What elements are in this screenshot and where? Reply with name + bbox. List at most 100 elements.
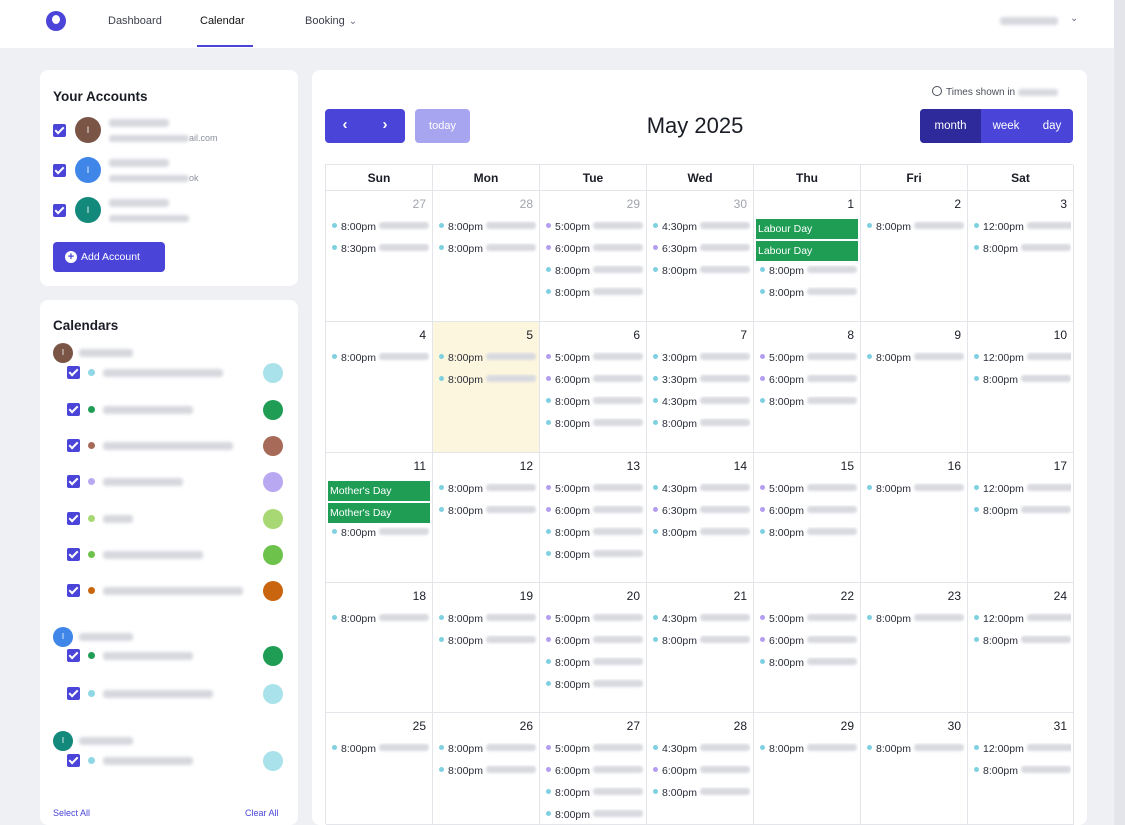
- calendar-row[interactable]: [67, 363, 287, 383]
- calendar-event[interactable]: 8:00pm: [760, 265, 858, 281]
- calendar-event[interactable]: 8:00pm: [439, 765, 537, 781]
- calendar-checkbox[interactable]: [67, 366, 80, 379]
- day-cell[interactable]: 15 5:00pm 6:00pm 8:00pm: [754, 453, 861, 583]
- day-number[interactable]: 13: [627, 459, 640, 473]
- day-number[interactable]: 1: [847, 197, 854, 211]
- day-number[interactable]: 10: [1054, 328, 1067, 342]
- day-cell[interactable]: 24 12:00pm 8:00pm: [968, 583, 1074, 713]
- calendar-event[interactable]: 8:00pm: [760, 657, 858, 673]
- day-number[interactable]: 24: [1054, 589, 1067, 603]
- calendar-checkbox[interactable]: [67, 403, 80, 416]
- day-number[interactable]: 17: [1054, 459, 1067, 473]
- day-cell[interactable]: 30 8:00pm: [861, 713, 968, 825]
- calendar-event[interactable]: 8:00pm: [867, 483, 965, 499]
- account-checkbox[interactable]: [53, 124, 66, 137]
- day-number[interactable]: 14: [734, 459, 747, 473]
- calendar-event[interactable]: 8:00pm: [439, 635, 537, 651]
- calendar-event[interactable]: 8:00pm: [653, 418, 751, 434]
- day-cell[interactable]: 29 5:00pm 6:00pm 8:00pm 8:00pm: [540, 191, 647, 322]
- calendar-event[interactable]: 8:00pm: [546, 265, 644, 281]
- calendar-event[interactable]: 8:00pm: [439, 243, 537, 259]
- calendar-event[interactable]: 8:00pm: [439, 743, 537, 759]
- calendar-event[interactable]: 5:00pm: [546, 352, 644, 368]
- day-cell[interactable]: 6 5:00pm 6:00pm 8:00pm 8:00pm: [540, 322, 647, 453]
- color-picker-swatch[interactable]: [263, 751, 283, 771]
- calendar-event[interactable]: 8:00pm: [653, 527, 751, 543]
- calendar-event[interactable]: 5:00pm: [546, 483, 644, 499]
- calendar-event[interactable]: 6:30pm: [653, 505, 751, 521]
- calendar-event[interactable]: 8:00pm: [653, 265, 751, 281]
- day-cell[interactable]: 8 5:00pm 6:00pm 8:00pm: [754, 322, 861, 453]
- calendar-event[interactable]: 8:30pm: [332, 243, 430, 259]
- day-cell[interactable]: 2 8:00pm: [861, 191, 968, 322]
- color-picker-swatch[interactable]: [263, 472, 283, 492]
- today-button[interactable]: today: [415, 109, 470, 143]
- calendar-event[interactable]: 8:00pm: [653, 635, 751, 651]
- day-cell[interactable]: 9 8:00pm: [861, 322, 968, 453]
- day-number[interactable]: 27: [413, 197, 426, 211]
- calendar-checkbox[interactable]: [67, 475, 80, 488]
- day-number[interactable]: 18: [413, 589, 426, 603]
- day-number[interactable]: 2: [954, 197, 961, 211]
- day-cell[interactable]: 21 4:30pm 8:00pm: [647, 583, 754, 713]
- calendar-event[interactable]: 5:00pm: [760, 613, 858, 629]
- calendar-event[interactable]: 6:00pm: [546, 765, 644, 781]
- day-number[interactable]: 4: [419, 328, 426, 342]
- calendar-event[interactable]: 5:00pm: [546, 221, 644, 237]
- calendar-row[interactable]: [67, 400, 287, 420]
- calendar-event[interactable]: 8:00pm: [974, 765, 1071, 781]
- day-number[interactable]: 5: [526, 328, 533, 342]
- view-week-button[interactable]: week: [981, 109, 1031, 143]
- day-cell[interactable]: 28 8:00pm 8:00pm: [433, 191, 540, 322]
- calendar-event[interactable]: 8:00pm: [439, 613, 537, 629]
- calendar-row[interactable]: [67, 751, 287, 771]
- day-number[interactable]: 21: [734, 589, 747, 603]
- day-cell[interactable]: 19 8:00pm 8:00pm: [433, 583, 540, 713]
- day-number[interactable]: 29: [627, 197, 640, 211]
- day-cell[interactable]: 22 5:00pm 6:00pm 8:00pm: [754, 583, 861, 713]
- day-cell[interactable]: 13 5:00pm 6:00pm 8:00pm 8:00pm: [540, 453, 647, 583]
- calendar-event[interactable]: 8:00pm: [974, 243, 1071, 259]
- calendar-row[interactable]: [67, 646, 287, 666]
- calendar-event[interactable]: 4:30pm: [653, 396, 751, 412]
- calendar-event[interactable]: 8:00pm: [546, 527, 644, 543]
- calendar-event[interactable]: 8:00pm: [760, 527, 858, 543]
- account-checkbox[interactable]: [53, 164, 66, 177]
- calendar-event[interactable]: 6:00pm: [546, 243, 644, 259]
- calendar-event[interactable]: 8:00pm: [867, 221, 965, 237]
- day-number[interactable]: 23: [948, 589, 961, 603]
- calendar-event[interactable]: 8:00pm: [439, 505, 537, 521]
- calendar-row[interactable]: [67, 509, 287, 529]
- chevron-right-icon[interactable]: ›: [365, 116, 405, 133]
- calendar-event[interactable]: 8:00pm: [760, 396, 858, 412]
- allday-event[interactable]: Mother's Day: [328, 503, 430, 523]
- day-cell[interactable]: 31 12:00pm 8:00pm: [968, 713, 1074, 825]
- calendar-event[interactable]: 8:00pm: [546, 549, 644, 565]
- day-number[interactable]: 31: [1054, 719, 1067, 733]
- calendar-event[interactable]: 8:00pm: [332, 352, 430, 368]
- day-cell[interactable]: 7 3:00pm 3:30pm 4:30pm 8:00pm: [647, 322, 754, 453]
- calendar-event[interactable]: 8:00pm: [546, 809, 644, 824]
- calendar-row[interactable]: [67, 684, 287, 704]
- calendar-checkbox[interactable]: [67, 584, 80, 597]
- day-cell[interactable]: 11 Mother's Day Mother's Day 8:00pm: [326, 453, 433, 583]
- calendar-event[interactable]: 12:00pm: [974, 743, 1071, 759]
- day-number[interactable]: 29: [841, 719, 854, 733]
- calendar-event[interactable]: 8:00pm: [546, 679, 644, 695]
- day-cell[interactable]: 3 12:00pm 8:00pm: [968, 191, 1074, 322]
- day-cell[interactable]: 14 4:30pm 6:30pm 8:00pm: [647, 453, 754, 583]
- calendar-event[interactable]: 12:00pm: [974, 483, 1071, 499]
- day-number[interactable]: 22: [841, 589, 854, 603]
- calendar-event[interactable]: 4:30pm: [653, 743, 751, 759]
- calendar-event[interactable]: 3:30pm: [653, 374, 751, 390]
- calendar-event[interactable]: 8:00pm: [974, 635, 1071, 651]
- calendar-event[interactable]: 8:00pm: [332, 527, 430, 543]
- day-cell[interactable]: 27 5:00pm 6:00pm 8:00pm 8:00pm: [540, 713, 647, 825]
- calendar-event[interactable]: 8:00pm: [332, 613, 430, 629]
- calendar-event[interactable]: 6:00pm: [760, 505, 858, 521]
- day-cell[interactable]: 29 8:00pm: [754, 713, 861, 825]
- day-cell[interactable]: 28 4:30pm 6:00pm 8:00pm: [647, 713, 754, 825]
- day-number[interactable]: 20: [627, 589, 640, 603]
- color-picker-swatch[interactable]: [263, 684, 283, 704]
- calendar-event[interactable]: 6:00pm: [760, 374, 858, 390]
